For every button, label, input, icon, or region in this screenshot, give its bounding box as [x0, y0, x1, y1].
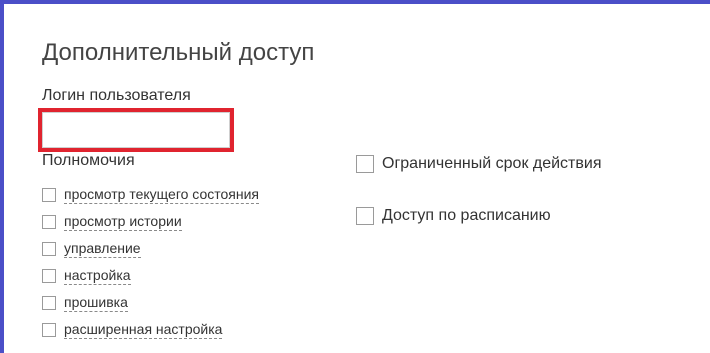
permission-view-history[interactable]: просмотр истории: [42, 213, 182, 231]
checkbox[interactable]: [42, 296, 56, 310]
checkbox[interactable]: [356, 207, 374, 225]
permission-label: настройка: [64, 267, 131, 285]
checkbox[interactable]: [42, 242, 56, 256]
option-label: Доступ по расписанию: [382, 207, 551, 224]
checkbox[interactable]: [42, 188, 56, 202]
dialog-panel: Дополнительный доступ Логин пользователя…: [0, 0, 710, 353]
permission-advanced-settings[interactable]: расширенная настройка: [42, 321, 223, 339]
permission-label: просмотр текущего состояния: [64, 186, 259, 204]
permission-label: прошивка: [64, 294, 128, 312]
option-limited-validity[interactable]: Ограниченный срок действия: [356, 155, 601, 173]
permissions-title: Полномочия: [42, 152, 135, 169]
permission-view-current-state[interactable]: просмотр текущего состояния: [42, 186, 259, 204]
checkbox[interactable]: [42, 215, 56, 229]
permission-settings[interactable]: настройка: [42, 267, 131, 285]
login-label: Логин пользователя: [42, 87, 191, 104]
login-input[interactable]: [38, 108, 234, 152]
permission-firmware[interactable]: прошивка: [42, 294, 128, 312]
checkbox[interactable]: [42, 323, 56, 337]
permission-label: управление: [64, 240, 141, 258]
panel-title: Дополнительный доступ: [42, 39, 315, 66]
checkbox[interactable]: [356, 155, 374, 173]
checkbox[interactable]: [42, 269, 56, 283]
option-label: Ограниченный срок действия: [382, 155, 602, 172]
permission-control[interactable]: управление: [42, 240, 141, 258]
permission-label: расширенная настройка: [64, 321, 223, 339]
permission-label: просмотр истории: [64, 213, 182, 231]
option-schedule-access[interactable]: Доступ по расписанию: [356, 207, 551, 225]
